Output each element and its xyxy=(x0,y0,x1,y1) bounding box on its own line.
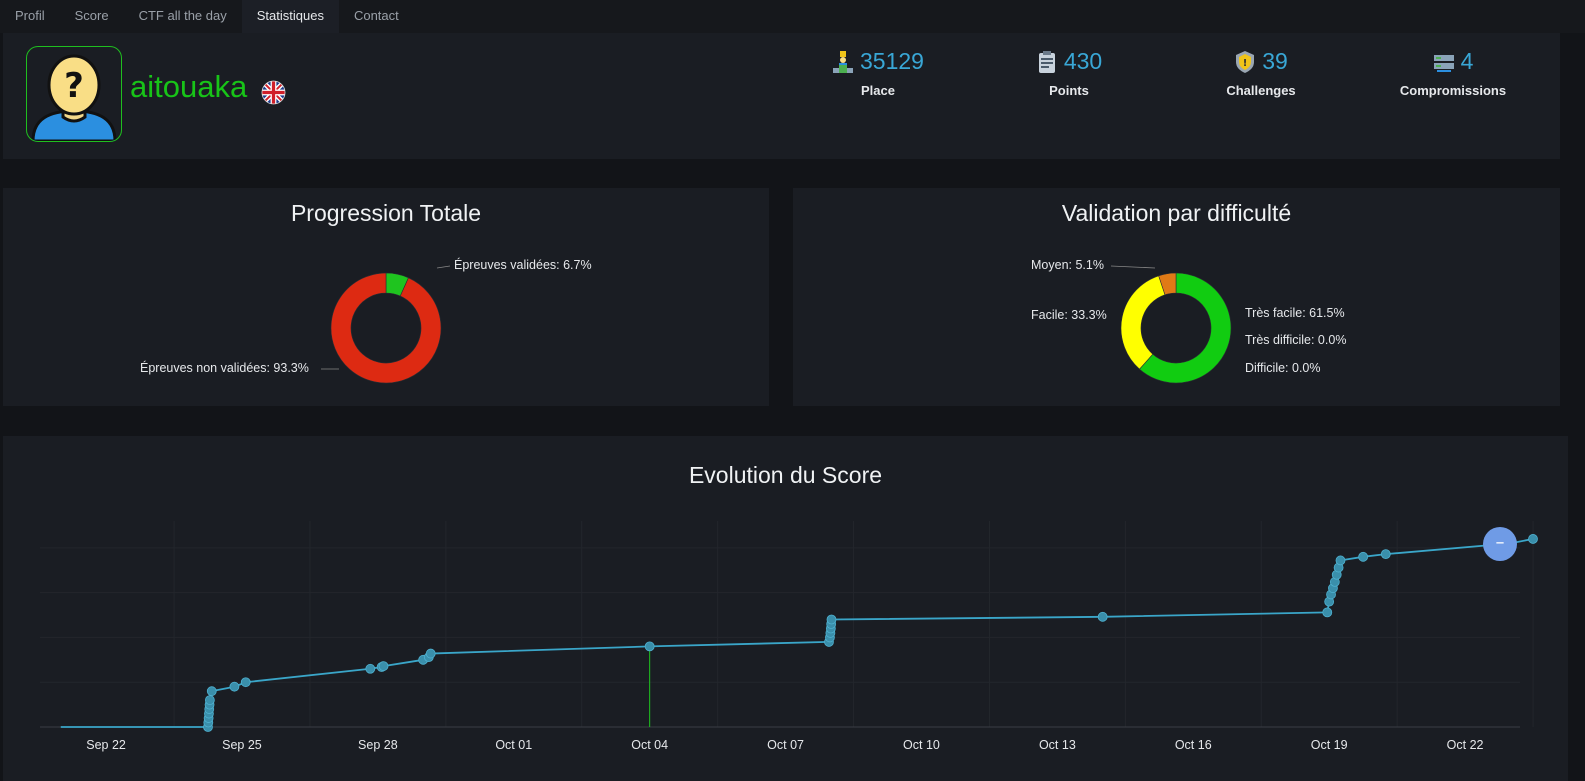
x-tick-label: Sep 25 xyxy=(222,738,262,752)
score-line xyxy=(60,538,1534,728)
tab-statistiques[interactable]: Statistiques xyxy=(241,0,339,33)
x-tick-label: Oct 10 xyxy=(903,738,940,752)
validated-label: Épreuves validées: 6.7% xyxy=(454,258,592,272)
x-tick-label: Oct 16 xyxy=(1174,738,1212,752)
score-point[interactable] xyxy=(1097,611,1108,622)
podium-icon xyxy=(833,50,854,73)
not-validated-label: Épreuves non validées: 93.3% xyxy=(140,361,309,375)
x-tick-label: Sep 28 xyxy=(358,738,398,752)
evolution-panel: Evolution du Score Sep 22 Sep 25 Sep 28 Oct… xyxy=(3,436,1568,781)
place-value: 35129 xyxy=(860,48,924,74)
stat-place: 35129 Place xyxy=(788,48,968,98)
challenges-value: 39 xyxy=(1262,48,1288,74)
tab-score[interactable]: Score xyxy=(60,0,124,33)
progression-panel: Progression Totale Épreuves validées: 6.… xyxy=(3,188,769,406)
difficulty-donut xyxy=(1110,265,1232,384)
x-tick-label: Oct 22 xyxy=(1446,738,1484,752)
score-point[interactable] xyxy=(240,677,251,688)
evolution-chart xyxy=(40,521,1538,732)
stat-points: 430 Points xyxy=(979,48,1159,98)
x-tick-label: Oct 07 xyxy=(767,738,804,752)
zoom-out-icon[interactable]: – xyxy=(1483,527,1517,561)
score-point[interactable] xyxy=(826,614,837,625)
tres-facile-label: Très facile: 61.5% xyxy=(1245,306,1345,320)
server-icon xyxy=(1433,54,1454,72)
tab-contact[interactable]: Contact xyxy=(339,0,414,33)
score-point[interactable] xyxy=(204,695,215,706)
score-point[interactable] xyxy=(1358,551,1369,562)
place-label: Place xyxy=(861,83,895,98)
x-tick-label: Oct 01 xyxy=(495,738,533,752)
unknown-user-avatar-icon: ? xyxy=(31,54,117,141)
stat-challenges: ! 39 Challenges xyxy=(1171,48,1351,98)
difficile-label: Difficile: 0.0% xyxy=(1245,361,1321,375)
slice--preuves-non-valid-es[interactable] xyxy=(330,272,442,384)
svg-text:?: ? xyxy=(64,66,84,106)
x-tick-label: Oct 13 xyxy=(1038,738,1076,752)
score-point[interactable] xyxy=(206,686,217,697)
difficulty-panel: Validation par difficulté Moyen: 5.1% Fa… xyxy=(793,188,1560,406)
tab-ctf-all-the-day[interactable]: CTF all the day xyxy=(124,0,242,33)
slice-facile[interactable] xyxy=(1120,275,1166,370)
tres-difficile-label: Très difficile: 0.0% xyxy=(1245,333,1347,347)
username: aitouaka xyxy=(130,69,248,104)
x-tick-label: Oct 19 xyxy=(1310,738,1348,752)
moyen-label: Moyen: 5.1% xyxy=(1031,258,1104,272)
svg-text:!: ! xyxy=(1243,58,1248,69)
points-label: Points xyxy=(1049,83,1089,98)
score-point[interactable] xyxy=(229,681,240,692)
score-point[interactable] xyxy=(1322,607,1333,618)
uk-flag-icon xyxy=(261,80,286,105)
score-point[interactable] xyxy=(425,648,436,659)
challenges-label: Challenges xyxy=(1226,83,1296,98)
stat-compromissions: 4 Compromissions xyxy=(1363,48,1543,98)
scoreboard-icon xyxy=(1038,50,1055,73)
compromissions-value: 4 xyxy=(1460,48,1474,74)
progression-donut xyxy=(321,265,451,384)
points-value: 430 xyxy=(1063,48,1103,74)
score-point[interactable] xyxy=(1335,555,1346,566)
avatar: ? xyxy=(26,46,122,142)
profile-panel: ? aitouaka 35129 Place 430 Points ! 39 C… xyxy=(3,33,1560,159)
compromissions-label: Compromissions xyxy=(1399,83,1507,98)
facile-label: Facile: 33.3% xyxy=(1031,308,1107,322)
score-point[interactable] xyxy=(1380,549,1391,560)
nav-tabs: Profil Score CTF all the day Statistique… xyxy=(0,0,1585,33)
x-tick-label: Sep 22 xyxy=(86,738,126,752)
score-point[interactable] xyxy=(378,661,389,671)
score-point[interactable] xyxy=(365,663,376,674)
score-point[interactable] xyxy=(644,641,655,652)
tab-profil[interactable]: Profil xyxy=(0,0,60,33)
x-tick-label: Oct 04 xyxy=(631,738,669,752)
score-point[interactable] xyxy=(1528,534,1538,544)
shield-badge-icon: ! xyxy=(1236,50,1255,73)
